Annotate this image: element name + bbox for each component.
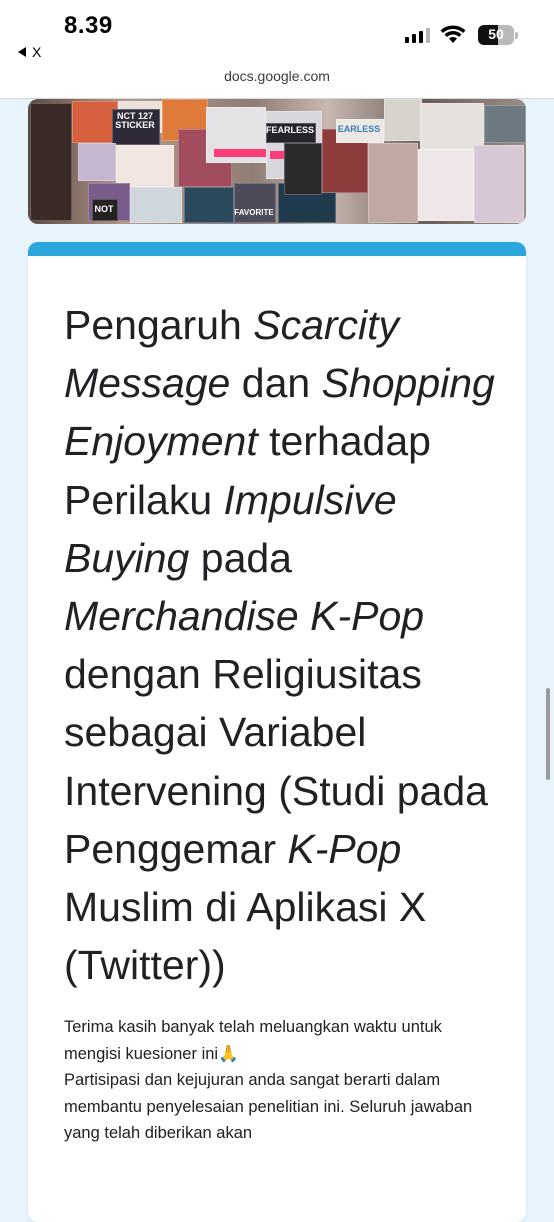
status-time: 8.39 bbox=[64, 12, 113, 39]
form-description: Terima kasih banyak telah meluangkan wak… bbox=[64, 1014, 496, 1147]
browser-url-bar[interactable]: docs.google.com bbox=[0, 62, 554, 99]
title-part: Pengaruh bbox=[64, 302, 254, 348]
title-part: Muslim di Aplikasi X (Twitter)) bbox=[64, 884, 427, 989]
back-app-label: X bbox=[32, 44, 42, 60]
title-part: dengan Religiusitas sebagai Variabel Int… bbox=[64, 651, 488, 872]
description-line: Terima kasih banyak telah meluangkan wak… bbox=[64, 1018, 442, 1063]
form-header-image: NCT 127 STICKER FAVORITE FEARLESS EARLES… bbox=[28, 99, 526, 224]
form-header-card: Pengaruh Scarcity Message dan Shopping E… bbox=[28, 242, 526, 1222]
battery-icon: 50 bbox=[478, 25, 518, 45]
banner-label-sticker: NCT 127 STICKER bbox=[115, 111, 155, 131]
description-line: Partisipasi dan kejujuran anda sangat be… bbox=[64, 1071, 473, 1143]
banner-label-earless: EARLESS bbox=[337, 124, 381, 134]
banner-label-not: NOT bbox=[94, 204, 114, 214]
title-part-italic: Merchandise K-Pop bbox=[64, 593, 425, 640]
form-title: Pengaruh Scarcity Message dan Shopping E… bbox=[64, 296, 496, 994]
title-part-italic: K-Pop bbox=[287, 825, 402, 872]
title-part: pada bbox=[189, 534, 292, 581]
wifi-icon bbox=[440, 25, 466, 43]
title-part: dan bbox=[230, 360, 322, 407]
url-text: docs.google.com bbox=[224, 68, 330, 84]
form-accent-bar bbox=[28, 242, 526, 256]
status-bar: 8.39 X 50 bbox=[0, 0, 554, 62]
banner-label-fearless: FEARLESS bbox=[266, 125, 315, 135]
scrollbar[interactable] bbox=[546, 688, 550, 780]
back-triangle-icon bbox=[18, 47, 26, 57]
cellular-signal-icon bbox=[405, 28, 430, 43]
banner-label-favorite: FAVORITE bbox=[234, 208, 274, 217]
back-to-app-button[interactable]: X bbox=[18, 44, 41, 60]
battery-level: 50 bbox=[488, 26, 504, 42]
